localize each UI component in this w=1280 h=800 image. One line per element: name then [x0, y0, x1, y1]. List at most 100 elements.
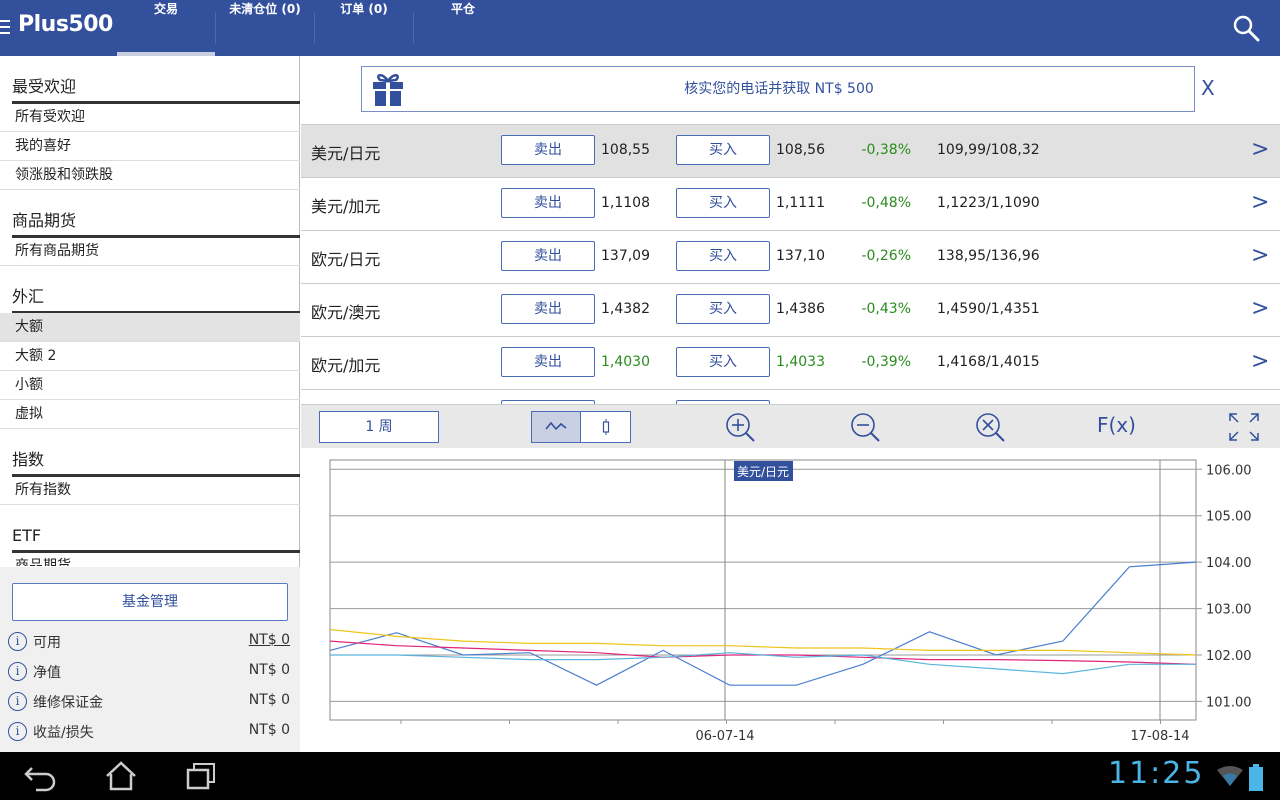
account-value: NT$ 0	[248, 722, 290, 738]
buy-button[interactable]: 买入	[676, 241, 770, 271]
y-tick-label: 105.00	[1206, 510, 1252, 525]
x-tick-label: 06-07-14	[695, 729, 754, 744]
chevron-right-icon[interactable]: >	[1251, 137, 1269, 162]
change-percent: -0,26%	[861, 248, 911, 264]
instrument-name: 欧元/日元	[311, 250, 381, 269]
chevron-right-icon[interactable]: >	[1251, 243, 1269, 268]
quote-row-partial[interactable]	[301, 390, 1280, 404]
sidebar-item-minors[interactable]: 小额	[0, 371, 300, 400]
quote-row-eur-aud[interactable]: 欧元/澳元 卖出 1,4382 买入 1,4386 -0,43% 1,4590/…	[301, 284, 1280, 337]
account-row-profit-loss: i 收益/损失 NT$ 0	[8, 719, 292, 745]
buy-button[interactable]: 买入	[676, 135, 770, 165]
high-low-range: 109,99/108,32	[937, 142, 1040, 158]
fund-management-button[interactable]: 基金管理	[12, 583, 288, 621]
chevron-right-icon[interactable]: >	[1251, 190, 1269, 215]
sidebar-item-etf-commodities[interactable]: 商品期货	[0, 552, 300, 566]
y-tick-label: 102.00	[1206, 649, 1252, 664]
battery-icon	[1249, 764, 1263, 791]
account-value: NT$ 0	[248, 692, 290, 708]
zoom-reset-icon[interactable]	[971, 411, 1011, 443]
sell-price: 108,55	[601, 142, 650, 158]
y-tick-label: 106.00	[1206, 463, 1252, 478]
quote-row-eur-cad[interactable]: 欧元/加元 卖出 1,4030 买入 1,4033 -0,39% 1,4168/…	[301, 337, 1280, 390]
sidebar-item-majors[interactable]: 大额	[0, 313, 300, 342]
sell-price: 1,4382	[601, 301, 650, 317]
buy-button[interactable]: 买入	[676, 347, 770, 377]
price-chart[interactable]: 106.00 105.00 104.00 103.00 102.00 101.00 06-0…	[301, 448, 1280, 752]
quote-row-eur-jpy[interactable]: 欧元/日元 卖出 137,09 买入 137,10 -0,26% 138,95/…	[301, 231, 1280, 284]
tab-orders[interactable]: 订单 (0)	[315, 0, 413, 56]
close-icon[interactable]: X	[1201, 76, 1215, 100]
section-forex: 外汇	[12, 286, 300, 314]
sell-price: 137,09	[601, 248, 650, 264]
high-low-range: 1,1223/1,1090	[937, 195, 1040, 211]
account-label: 收益/损失	[33, 725, 94, 741]
candlestick-icon[interactable]	[582, 412, 630, 442]
promo-banner[interactable]: 核实您的电话并获取 NT$ 500	[361, 66, 1195, 112]
sidebar-item-all-commodities[interactable]: 所有商品期货	[0, 237, 300, 266]
sidebar-item-all-indices[interactable]: 所有指数	[0, 476, 300, 505]
tab-closed[interactable]: 平仓	[414, 0, 512, 56]
sidebar-item-favorites[interactable]: 我的喜好	[0, 132, 300, 161]
change-percent: -0,38%	[861, 142, 911, 158]
chevron-right-icon[interactable]: >	[1251, 296, 1269, 321]
account-label: 净值	[33, 665, 61, 681]
sidebar-item-gainers-losers[interactable]: 领涨股和领跌股	[0, 161, 300, 190]
account-label: 可用	[33, 635, 61, 651]
chart-title: 美元/日元	[737, 465, 789, 479]
sell-price: 1,1108	[601, 195, 650, 211]
account-row-available: i 可用 NT$ 0	[8, 629, 292, 655]
sidebar: 最受欢迎 所有受欢迎 我的喜好 领涨股和领跌股 商品期货 所有商品期货 外汇 大…	[0, 56, 300, 752]
chart-type-toggle[interactable]	[531, 411, 631, 443]
chart-toolbar: 1 周 F(x)	[301, 404, 1280, 448]
search-icon[interactable]	[1232, 14, 1260, 42]
zoom-out-icon[interactable]	[846, 411, 886, 443]
promo-text: 核实您的电话并获取 NT$ 500	[684, 81, 874, 97]
buy-price: 1,4386	[776, 301, 825, 317]
home-icon[interactable]	[104, 760, 138, 792]
quote-row-usd-jpy[interactable]: 美元/日元 卖出 108,55 买入 108,56 -0,38% 109,99/…	[301, 125, 1280, 178]
zoom-in-icon[interactable]	[721, 411, 761, 443]
sell-button[interactable]: 卖出	[501, 188, 595, 218]
plot-frame	[329, 459, 1197, 721]
info-icon[interactable]: i	[8, 662, 27, 681]
instrument-name: 美元/日元	[311, 144, 381, 163]
chevron-right-icon[interactable]: >	[1251, 349, 1269, 374]
sell-button[interactable]: 卖出	[501, 347, 595, 377]
menu-icon[interactable]	[0, 20, 10, 34]
quote-row-usd-cad[interactable]: 美元/加元 卖出 1,1108 买入 1,1111 -0,48% 1,1223/…	[301, 178, 1280, 231]
tab-open-positions[interactable]: 未清仓位 (0)	[216, 0, 314, 56]
buy-price: 1,1111	[776, 195, 825, 211]
sell-button[interactable]: 卖出	[501, 241, 595, 271]
wifi-icon	[1217, 766, 1243, 786]
y-tick-label: 104.00	[1206, 556, 1252, 571]
high-low-range: 1,4590/1,4351	[937, 301, 1040, 317]
y-tick-label: 101.00	[1206, 695, 1252, 710]
tab-trade[interactable]: 交易	[117, 0, 215, 56]
x-tick-label: 17-08-14	[1130, 729, 1189, 744]
period-select-button[interactable]: 1 周	[319, 411, 439, 443]
change-percent: -0,39%	[861, 354, 911, 370]
sell-button[interactable]: 卖出	[501, 294, 595, 324]
back-icon[interactable]	[22, 760, 58, 792]
recent-apps-icon[interactable]	[184, 760, 218, 792]
buy-price: 108,56	[776, 142, 825, 158]
instrument-category-list[interactable]: 最受欢迎 所有受欢迎 我的喜好 领涨股和领跌股 商品期货 所有商品期货 外汇 大…	[0, 56, 300, 566]
sell-button[interactable]: 卖出	[501, 135, 595, 165]
sidebar-item-all-popular[interactable]: 所有受欢迎	[0, 103, 300, 132]
info-icon[interactable]: i	[8, 722, 27, 741]
buy-price: 137,10	[776, 248, 825, 264]
sidebar-item-majors-2[interactable]: 大额 2	[0, 342, 300, 371]
y-tick-label: 103.00	[1206, 603, 1252, 618]
buy-button[interactable]: 买入	[676, 188, 770, 218]
sidebar-item-virtual[interactable]: 虚拟	[0, 400, 300, 429]
buy-button[interactable]: 买入	[676, 294, 770, 324]
info-icon[interactable]: i	[8, 692, 27, 711]
section-indices: 指数	[12, 449, 300, 477]
quote-list: 美元/日元 卖出 108,55 买入 108,56 -0,38% 109,99/…	[301, 124, 1280, 404]
account-value[interactable]: NT$ 0	[249, 632, 290, 648]
info-icon[interactable]: i	[8, 632, 27, 651]
fullscreen-icon[interactable]	[1227, 411, 1261, 443]
function-button[interactable]: F(x)	[1097, 413, 1136, 437]
line-chart-icon[interactable]	[532, 412, 581, 442]
